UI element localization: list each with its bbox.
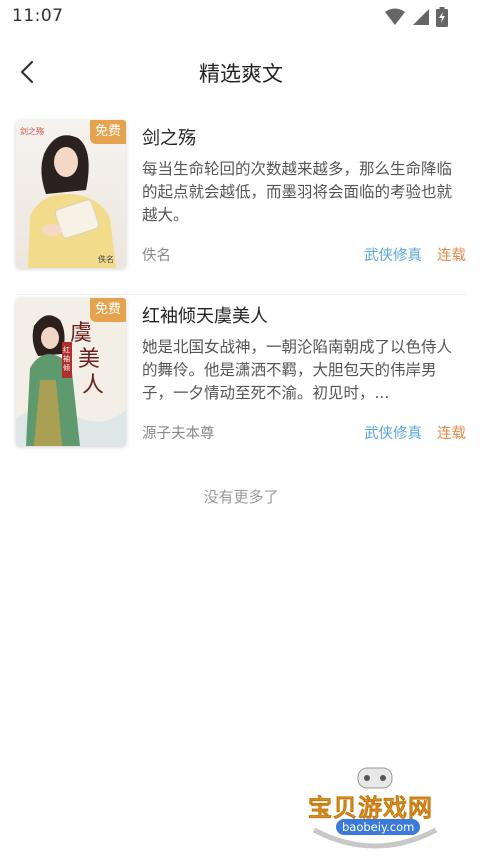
page-title: 精选爽文 bbox=[199, 62, 283, 86]
svg-text:虞: 虞 bbox=[70, 321, 92, 346]
svg-text:红: 红 bbox=[63, 345, 70, 354]
book-title: 红袖倾天虞美人 bbox=[142, 306, 268, 327]
book-cover: 剑之殇 佚名 免费 bbox=[16, 120, 126, 268]
svg-text:剑之殇: 剑之殇 bbox=[20, 126, 44, 136]
book-description: 每当生命轮回的次数越来越多，那么生命降临的起点就会越低，而墨羽将会面临的考验也就… bbox=[142, 160, 453, 224]
free-badge: 免费 bbox=[90, 298, 126, 322]
book-author: 源子夫本尊 bbox=[142, 426, 215, 442]
book-item[interactable]: 虞 美 人 红 袖 倾 免费 红袖倾天虞美人 她是北国女战神，一朝沦陷南朝成了以… bbox=[0, 298, 482, 464]
wifi-icon bbox=[385, 8, 405, 25]
status-bar: 11:07 bbox=[0, 0, 482, 32]
divider bbox=[16, 294, 466, 295]
battery-charging-icon bbox=[436, 7, 448, 27]
book-author: 佚名 bbox=[142, 248, 171, 264]
book-item[interactable]: 剑之殇 佚名 免费 剑之殇 每当生命轮回的次数越来越多，那么生命降临的起点就会越… bbox=[0, 120, 482, 295]
genre-tag: 武侠修真 bbox=[364, 426, 422, 442]
nav-bar: 精选爽文 bbox=[0, 44, 482, 100]
watermark-logo: 宝贝游戏网 baobeiy.com bbox=[300, 764, 450, 854]
status-icons bbox=[384, 7, 448, 27]
free-badge: 免费 bbox=[90, 120, 126, 144]
book-description: 她是北国女战神，一朝沦陷南朝成了以色侍人的舞伶。他是潇洒不羁，大胆包天的伟岸男子… bbox=[142, 338, 453, 402]
signal-icon bbox=[413, 9, 429, 25]
svg-text:袖: 袖 bbox=[63, 354, 70, 363]
book-cover: 虞 美 人 红 袖 倾 免费 bbox=[16, 298, 126, 446]
no-more-text: 没有更多了 bbox=[203, 488, 279, 506]
svg-text:美: 美 bbox=[78, 347, 100, 372]
watermark-url: baobeiy.com bbox=[336, 819, 421, 835]
svg-text:人: 人 bbox=[82, 373, 104, 398]
status-tag: 连载 bbox=[437, 248, 466, 264]
svg-text:佚名: 佚名 bbox=[98, 254, 114, 264]
book-title: 剑之殇 bbox=[142, 128, 196, 149]
genre-tag: 武侠修真 bbox=[364, 248, 422, 264]
status-tag: 连载 bbox=[437, 426, 466, 442]
watermark-text: 宝贝游戏网 bbox=[308, 794, 433, 823]
status-time: 11:07 bbox=[12, 6, 64, 26]
svg-text:倾: 倾 bbox=[63, 363, 70, 372]
